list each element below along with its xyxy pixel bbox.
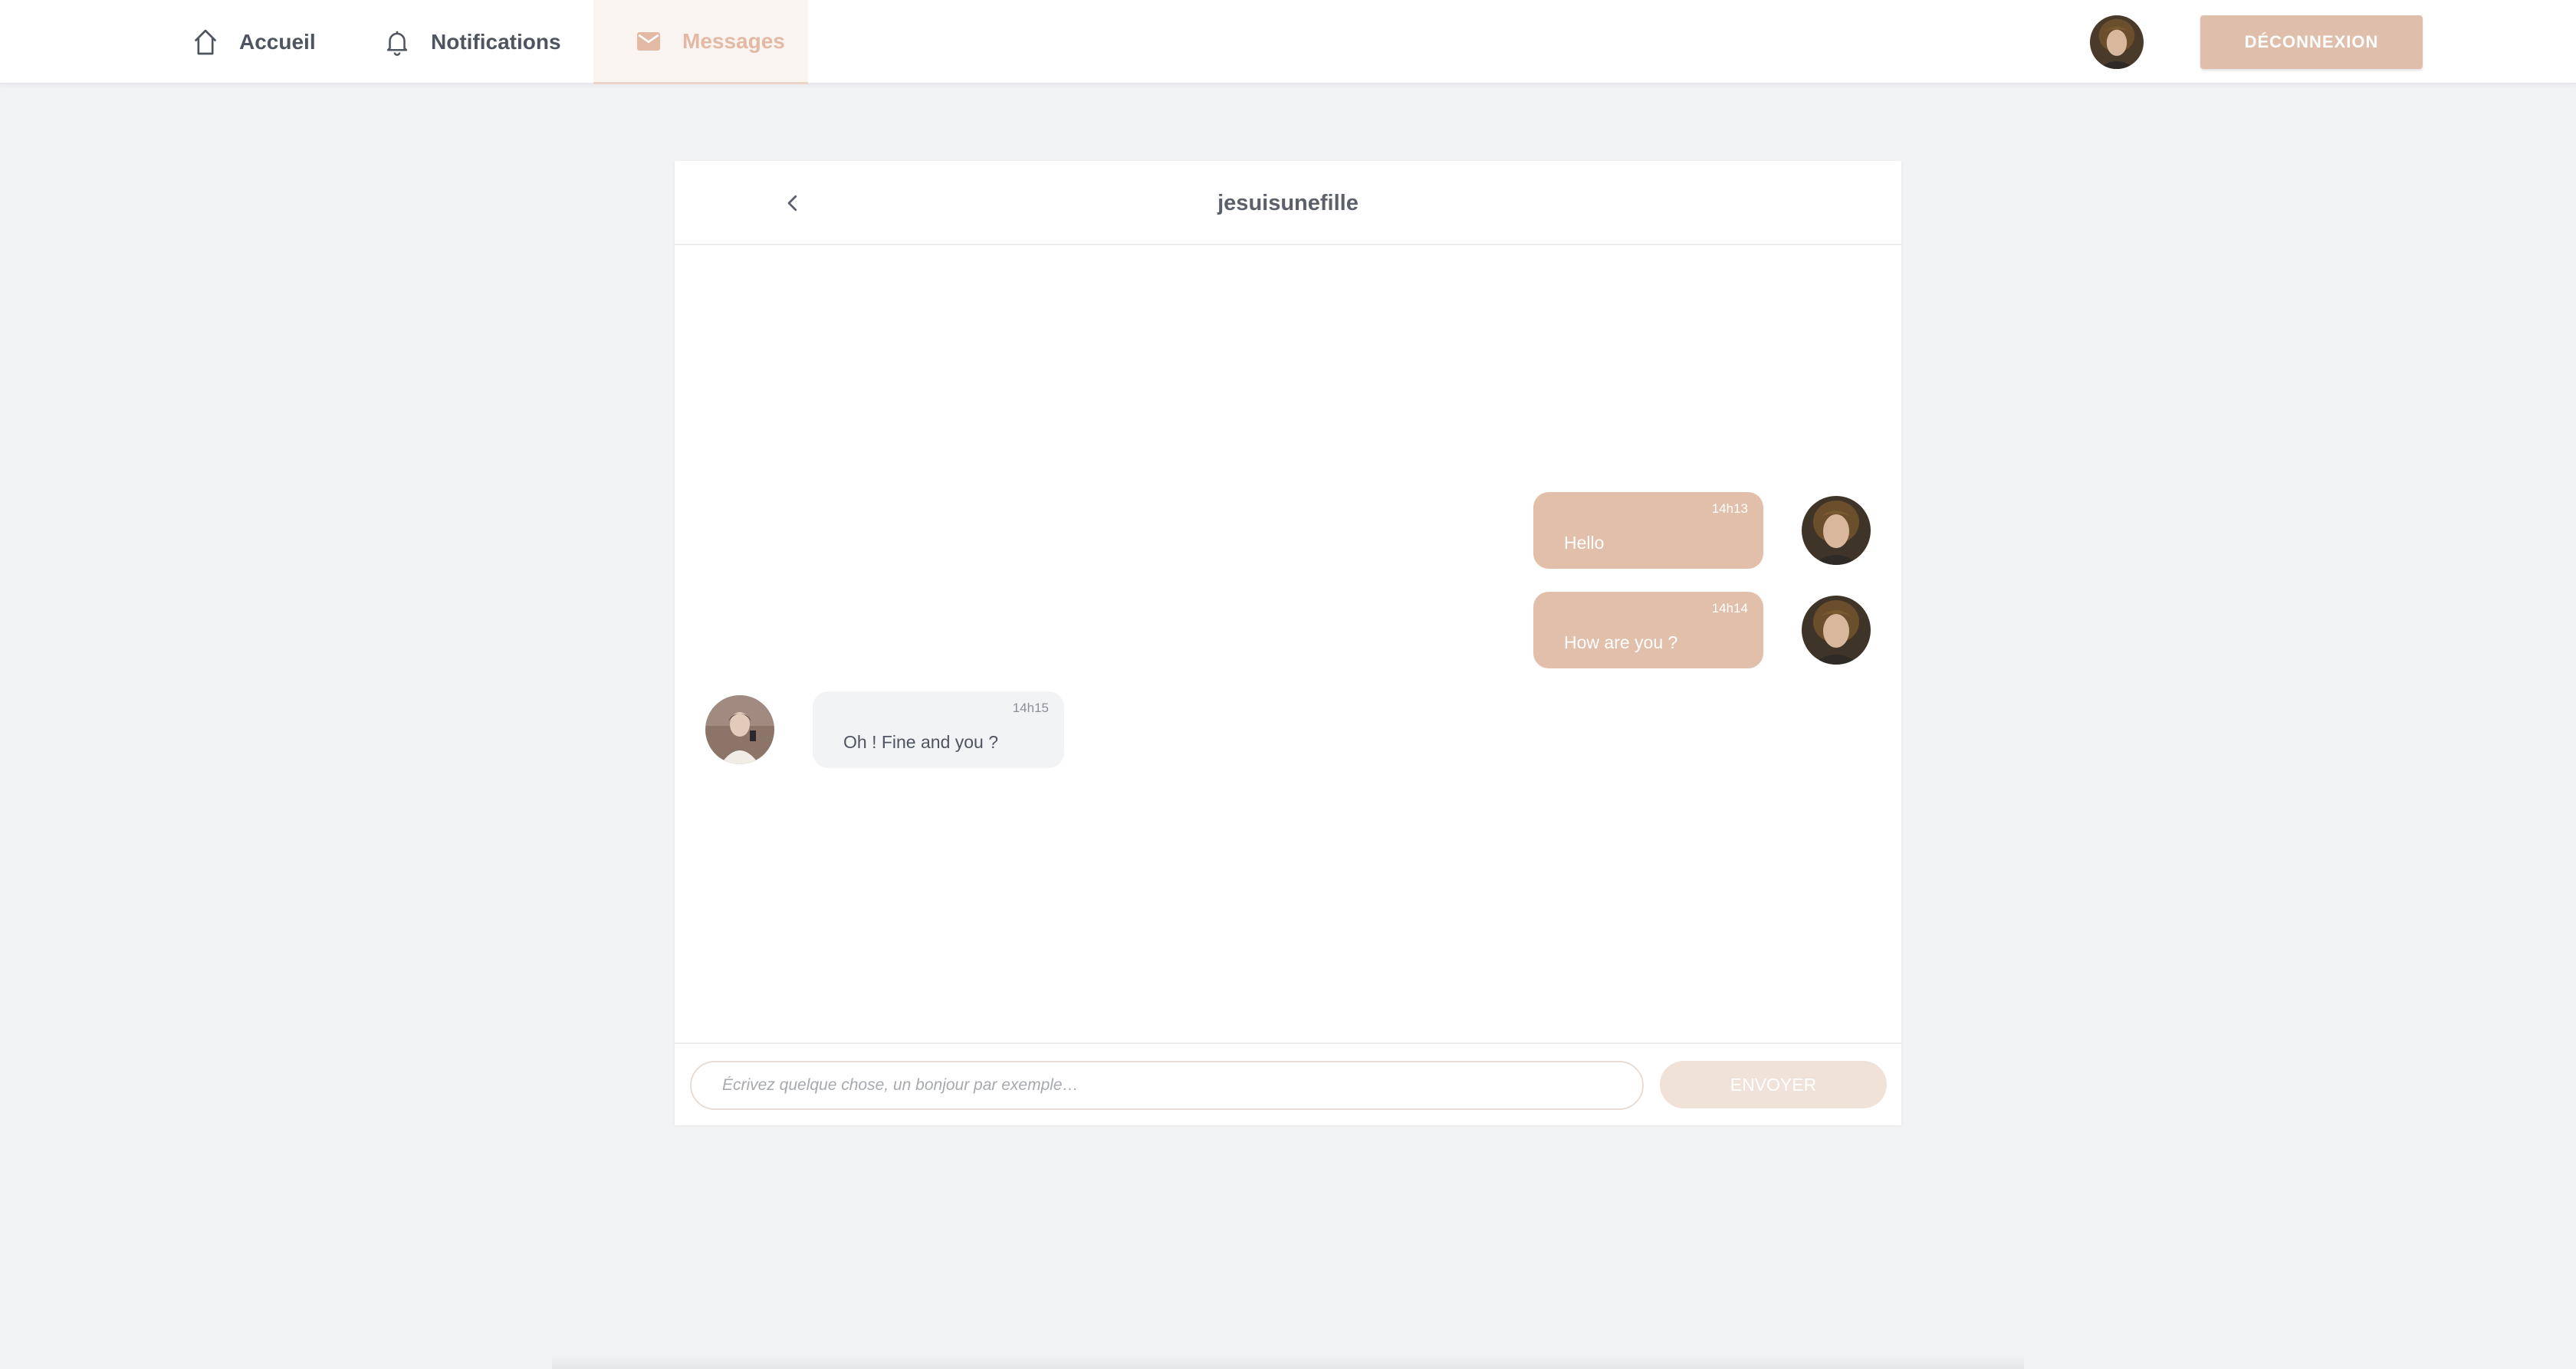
chat-header: jesuisunefille [675, 161, 1901, 245]
nav-item-label: Notifications [431, 30, 561, 54]
message-time: 14h13 [1711, 501, 1748, 516]
user-avatar[interactable] [2090, 15, 2144, 69]
bell-icon [380, 25, 414, 59]
nav-item-label: Messages [682, 28, 785, 53]
message-bubble-sent: 14h13 Hello [1533, 492, 1763, 569]
message-text: Oh ! Fine and you ? [843, 732, 999, 752]
message-bubble-sent: 14h14 How are you ? [1533, 592, 1763, 668]
chevron-left-icon [787, 195, 797, 212]
nav-item-notifications[interactable]: Notifications [380, 0, 561, 84]
sender-avatar [1802, 596, 1871, 665]
mail-icon [632, 25, 665, 58]
conversation-title: jesuisunefille [1217, 191, 1359, 215]
logout-button[interactable]: DÉCONNEXION [2200, 15, 2423, 69]
sender-avatar [1802, 496, 1871, 565]
back-button[interactable] [774, 185, 811, 222]
message-text: Hello [1564, 533, 1605, 553]
chat-panel: jesuisunefille 14h13 Hello 14h14 How are… [675, 161, 1901, 1125]
nav-item-home[interactable]: Accueil [189, 0, 316, 84]
recipient-avatar [705, 695, 774, 764]
nav-item-messages[interactable]: Messages [593, 0, 808, 84]
message-input[interactable] [690, 1061, 1644, 1110]
nav-item-label: Accueil [239, 30, 316, 54]
message-time: 14h15 [1012, 701, 1049, 715]
message-bubble-received: 14h15 Oh ! Fine and you ? [813, 691, 1064, 768]
top-navigation-bar: Accueil Notifications Messages DÉCONNEXI… [0, 0, 2576, 84]
message-text: How are you ? [1564, 632, 1678, 652]
send-button[interactable]: ENVOYER [1660, 1061, 1887, 1108]
home-icon [189, 25, 222, 59]
bottom-shadow [552, 1354, 2024, 1369]
message-time: 14h14 [1711, 601, 1748, 616]
message-composer: ENVOYER [675, 1042, 1901, 1125]
